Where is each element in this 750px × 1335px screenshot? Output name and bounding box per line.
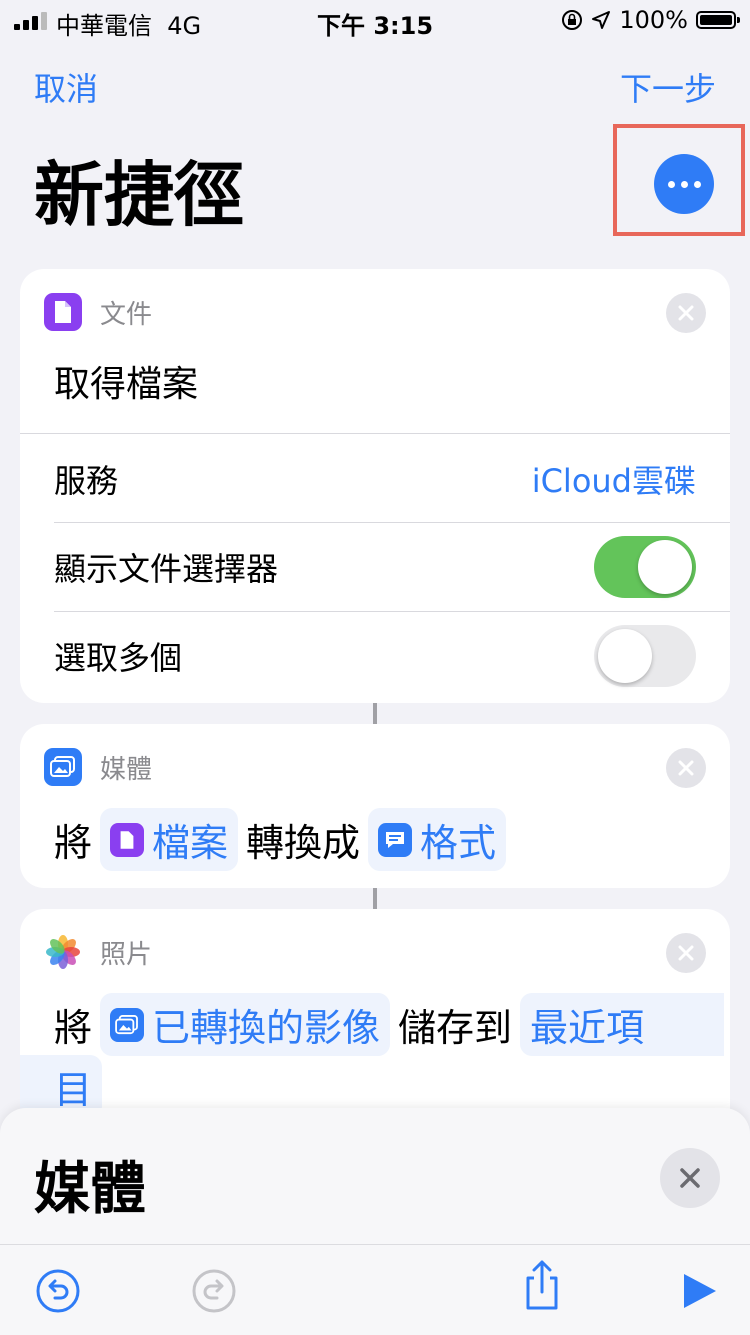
chat-bubble-icon	[378, 822, 413, 857]
select-multiple-toggle[interactable]	[594, 625, 696, 687]
card-category: 照片	[100, 939, 153, 970]
action-sentence: 將 已轉換的影像 儲存到 最近項	[54, 993, 725, 1056]
service-value[interactable]: iCloud雲碟	[532, 456, 696, 502]
close-icon	[680, 1168, 700, 1188]
flow-connector	[373, 888, 377, 909]
action-title: 取得檔案	[54, 364, 199, 405]
remove-action-button[interactable]	[666, 933, 706, 973]
redo-icon	[192, 1269, 236, 1313]
show-picker-toggle[interactable]	[594, 536, 696, 598]
play-icon	[684, 1274, 716, 1308]
photos-icon	[44, 933, 82, 971]
album-token[interactable]: 最近項	[520, 993, 725, 1056]
show-picker-label: 顯示文件選擇器	[54, 550, 279, 588]
undo-button[interactable]	[34, 1267, 82, 1315]
battery-percent: 100%	[619, 6, 688, 34]
select-multiple-label: 選取多個	[54, 639, 183, 677]
select-multiple-row: 選取多個	[20, 612, 730, 700]
remove-action-button[interactable]	[666, 748, 706, 788]
bottom-sheet[interactable]: 媒體	[0, 1108, 750, 1335]
converted-image-token[interactable]: 已轉換的影像	[100, 993, 391, 1056]
media-icon	[110, 1007, 145, 1042]
service-row[interactable]: 服務 iCloud雲碟	[20, 435, 730, 523]
card-header: 媒體	[44, 748, 152, 786]
sentence-word: 轉換成	[246, 821, 361, 865]
close-icon	[678, 945, 694, 961]
service-label: 服務	[54, 462, 119, 500]
document-icon	[44, 293, 82, 331]
file-token[interactable]: 檔案	[100, 808, 239, 871]
status-bar: 中華電信 4G 下午 3:15 100%	[0, 0, 750, 40]
get-file-card: 文件 取得檔案 服務 iCloud雲碟 顯示文件選擇器 選取多個	[20, 269, 730, 703]
battery-icon	[696, 11, 740, 29]
share-icon	[526, 1260, 558, 1310]
card-category: 文件	[100, 299, 153, 330]
sentence-word: 將	[54, 821, 93, 865]
format-token[interactable]: 格式	[368, 808, 507, 871]
next-button[interactable]: 下一步	[620, 64, 716, 110]
remove-action-button[interactable]	[666, 293, 706, 333]
flow-connector	[373, 703, 377, 724]
action-sentence: 將 檔案 轉換成 格式	[54, 808, 514, 871]
media-icon	[44, 748, 82, 786]
bottom-toolbar	[0, 1244, 750, 1335]
orientation-lock-icon	[562, 10, 583, 30]
location-icon	[592, 11, 611, 29]
status-right: 100%	[561, 6, 740, 34]
ellipsis-icon	[667, 180, 675, 188]
undo-icon	[36, 1269, 80, 1313]
sheet-close-button[interactable]	[660, 1148, 720, 1208]
card-category: 媒體	[100, 754, 153, 785]
cancel-button[interactable]: 取消	[34, 64, 98, 110]
share-button[interactable]	[518, 1260, 566, 1310]
card-header: 文件	[44, 293, 152, 331]
sentence-word: 儲存到	[398, 1006, 513, 1050]
redo-button[interactable]	[190, 1267, 238, 1315]
sentence-word: 將	[54, 1006, 93, 1050]
divider	[20, 433, 730, 434]
close-icon	[678, 305, 694, 321]
page-title: 新捷徑	[34, 154, 244, 236]
document-icon	[110, 822, 145, 857]
sheet-title: 媒體	[34, 1157, 146, 1222]
convert-image-card: 媒體 將 檔案 轉換成 格式	[20, 724, 730, 888]
card-header: 照片	[44, 933, 152, 971]
more-options-button[interactable]	[654, 154, 714, 214]
close-icon	[678, 760, 694, 776]
show-picker-row: 顯示文件選擇器	[20, 523, 730, 611]
run-button[interactable]	[674, 1267, 722, 1315]
